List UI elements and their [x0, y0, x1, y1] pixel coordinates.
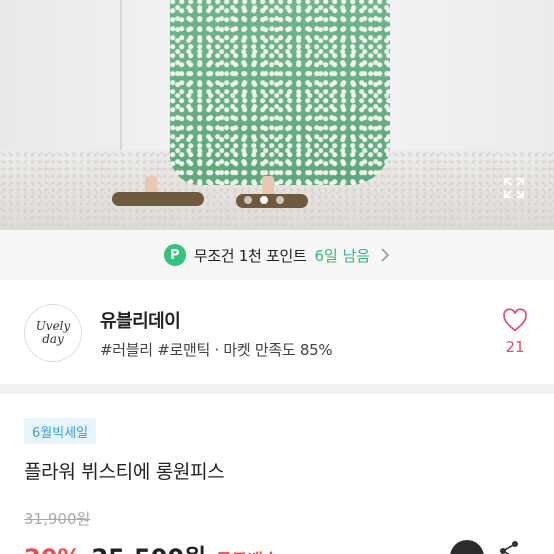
talk-chat-button[interactable]: TALK — [450, 540, 484, 554]
heart-outline-icon[interactable] — [502, 308, 528, 332]
carousel-dot[interactable] — [244, 196, 252, 204]
original-price: 31,900원 — [24, 510, 91, 528]
shop-name[interactable]: 유블리데이 — [100, 307, 181, 333]
points-text: 무조건 1천 포인트 — [193, 246, 307, 265]
section-divider — [0, 384, 554, 394]
sale-badge: 6월빅세일 — [24, 418, 97, 444]
expand-icon[interactable] — [502, 176, 526, 200]
shop-logo[interactable]: Uvely day — [24, 304, 82, 362]
shipping-badge: 무료배송 — [216, 546, 279, 554]
carousel-indicator — [244, 196, 284, 204]
shop-info[interactable]: Uvely day 유블리데이 #러블리 #로맨틱 · 마켓 만족도 85% 2… — [0, 280, 554, 384]
days-left: 6일 남음 — [314, 246, 371, 265]
product-image-carousel[interactable] — [0, 0, 554, 230]
share-icon[interactable] — [498, 540, 520, 554]
price-row: 20% 25,500원 무료배송 — [24, 538, 279, 554]
logo-text-line2: day — [42, 332, 64, 346]
wall-corner — [120, 0, 122, 150]
shop-tags: #러블리 #로맨틱 · 마켓 만족도 85% — [100, 341, 333, 359]
sale-price: 25,500원 — [91, 538, 206, 554]
points-banner[interactable]: P 무조건 1천 포인트 6일 남음 — [0, 230, 554, 280]
green-floral-dress — [170, 0, 390, 185]
chevron-right-icon — [381, 248, 390, 262]
carousel-dot-active[interactable] — [260, 196, 268, 204]
like-count: 21 — [505, 338, 525, 356]
sandal-left — [112, 192, 204, 206]
product-title: 플라워 뷔스티에 롱원피스 — [24, 461, 225, 483]
point-icon: P — [163, 244, 186, 266]
carousel-dot[interactable] — [276, 196, 284, 204]
discount-rate: 20% — [24, 544, 81, 554]
